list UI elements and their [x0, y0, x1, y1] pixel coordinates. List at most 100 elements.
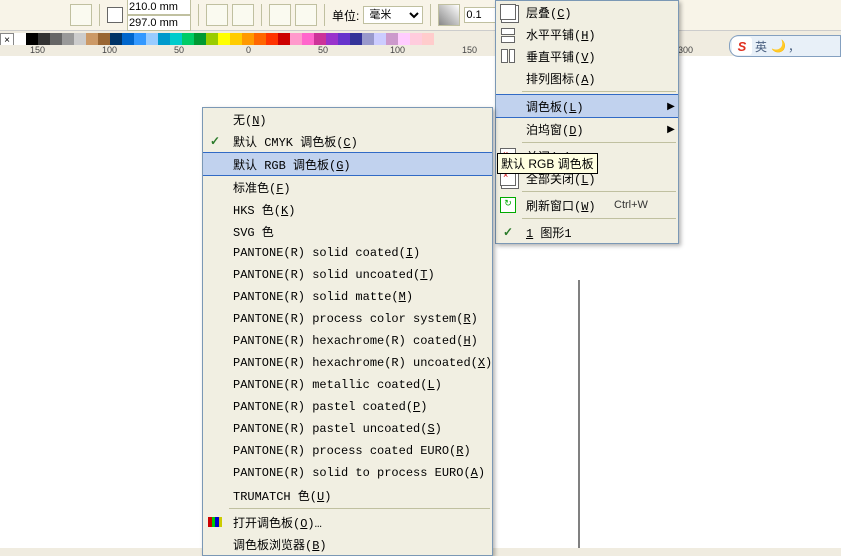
- color-swatch[interactable]: [254, 33, 266, 45]
- menu-item-label: PANTONE(R) process coated EURO(R): [227, 444, 492, 458]
- color-swatch[interactable]: [206, 33, 218, 45]
- color-swatch[interactable]: [146, 33, 158, 45]
- menu-item-label: SVG 色: [227, 223, 492, 240]
- menu-item-label: 默认 CMYK 调色板(C): [227, 133, 492, 150]
- page-facing-icon[interactable]: [295, 4, 317, 26]
- color-swatch[interactable]: [74, 33, 86, 45]
- menu-item[interactable]: 泊坞窗(D)▶: [496, 118, 678, 140]
- color-swatch[interactable]: [86, 33, 98, 45]
- color-swatch[interactable]: [26, 33, 38, 45]
- nudge-icon[interactable]: [438, 4, 460, 26]
- menu-item[interactable]: PANTONE(R) solid coated(I): [203, 242, 492, 264]
- tooltip: 默认 RGB 调色板: [497, 153, 598, 174]
- menu-item[interactable]: PANTONE(R) hexachrome(R) uncoated(X): [203, 352, 492, 374]
- menu-item[interactable]: ✓1 图形1: [496, 221, 678, 243]
- menu-item[interactable]: ↻刷新窗口(W)Ctrl+W: [496, 194, 678, 216]
- unit-label: 单位:: [332, 7, 359, 24]
- unit-select[interactable]: 毫米: [363, 6, 423, 24]
- color-swatch[interactable]: [350, 33, 362, 45]
- menu-item[interactable]: 水平平铺(H): [496, 23, 678, 45]
- color-swatch[interactable]: [158, 33, 170, 45]
- menu-item-label: PANTONE(R) process color system(R): [227, 312, 492, 326]
- menu-item[interactable]: PANTONE(R) process color system(R): [203, 308, 492, 330]
- nudge-input[interactable]: [464, 7, 496, 23]
- color-swatch[interactable]: [266, 33, 278, 45]
- menu-item[interactable]: PANTONE(R) process coated EURO(R): [203, 440, 492, 462]
- menu-item[interactable]: PANTONE(R) metallic coated(L): [203, 374, 492, 396]
- separator: [430, 4, 431, 26]
- menu-item[interactable]: PANTONE(R) solid uncoated(T): [203, 264, 492, 286]
- color-swatch[interactable]: [326, 33, 338, 45]
- menu-item[interactable]: 默认 RGB 调色板(G): [203, 152, 492, 176]
- color-swatch[interactable]: [110, 33, 122, 45]
- color-swatch[interactable]: [242, 33, 254, 45]
- color-swatch[interactable]: [122, 33, 134, 45]
- menu-item[interactable]: ✓默认 CMYK 调色板(C): [203, 130, 492, 152]
- color-swatch[interactable]: [398, 33, 410, 45]
- color-swatch[interactable]: [62, 33, 74, 45]
- menu-item[interactable]: 调色板浏览器(B): [203, 533, 492, 555]
- width-input[interactable]: [127, 0, 191, 15]
- menu-item[interactable]: 标准色(F): [203, 176, 492, 198]
- color-swatch[interactable]: [14, 33, 26, 45]
- color-swatch[interactable]: [278, 33, 290, 45]
- menu-item[interactable]: SVG 色: [203, 220, 492, 242]
- menu-item-label: 水平平铺(H): [520, 26, 614, 43]
- color-swatch[interactable]: [194, 33, 206, 45]
- scrollbar-vertical[interactable]: [578, 280, 580, 548]
- color-palette[interactable]: ×: [0, 33, 841, 45]
- color-swatch[interactable]: [302, 33, 314, 45]
- menu-gutter: [203, 418, 227, 440]
- menu-item[interactable]: 垂直平铺(V): [496, 45, 678, 67]
- ruler-tick: 150: [462, 45, 477, 55]
- tool-rect-icon[interactable]: [70, 4, 92, 26]
- menu-item[interactable]: PANTONE(R) solid to process EURO(A): [203, 462, 492, 484]
- color-swatch[interactable]: [98, 33, 110, 45]
- color-swatch[interactable]: [422, 33, 434, 45]
- menu-item[interactable]: HKS 色(K): [203, 198, 492, 220]
- menu-item[interactable]: 层叠(C): [496, 1, 678, 23]
- menu-item[interactable]: 打开调色板(O)…: [203, 511, 492, 533]
- menu-item-label: 打开调色板(O)…: [227, 514, 492, 531]
- color-swatch[interactable]: [38, 33, 50, 45]
- menu-item[interactable]: 无(N): [203, 108, 492, 130]
- menu-gutter: [203, 153, 227, 175]
- menu-item[interactable]: PANTONE(R) pastel uncoated(S): [203, 418, 492, 440]
- color-swatch[interactable]: [170, 33, 182, 45]
- separator: [99, 4, 100, 26]
- color-swatch[interactable]: [290, 33, 302, 45]
- menu-item[interactable]: PANTONE(R) solid matte(M): [203, 286, 492, 308]
- color-swatch[interactable]: [386, 33, 398, 45]
- ruler-tick: 50: [318, 45, 328, 55]
- color-swatch[interactable]: [218, 33, 230, 45]
- menu-item-label: 泊坞窗(D): [520, 121, 614, 138]
- color-swatch[interactable]: [374, 33, 386, 45]
- page-single-icon[interactable]: [269, 4, 291, 26]
- color-swatch[interactable]: [50, 33, 62, 45]
- menu-item-label: PANTONE(R) hexachrome(R) coated(H): [227, 334, 492, 348]
- color-swatch[interactable]: [410, 33, 422, 45]
- color-swatch[interactable]: [134, 33, 146, 45]
- menu-item[interactable]: TRUMATCH 色(U): [203, 484, 492, 506]
- separator: [261, 4, 262, 26]
- menu-shortcut: Ctrl+W: [614, 199, 664, 211]
- height-input[interactable]: [127, 15, 191, 31]
- color-swatch[interactable]: [314, 33, 326, 45]
- color-swatch[interactable]: [362, 33, 374, 45]
- menu-item[interactable]: PANTONE(R) hexachrome(R) coated(H): [203, 330, 492, 352]
- tile-h-icon: [496, 23, 520, 45]
- color-swatch[interactable]: [230, 33, 242, 45]
- menu-item-label: 调色板浏览器(B): [227, 536, 492, 553]
- menu-item-label: PANTONE(R) solid to process EURO(A): [227, 466, 492, 480]
- orient-landscape-icon[interactable]: [232, 4, 254, 26]
- menu-item[interactable]: 调色板(L)▶: [496, 94, 678, 118]
- menu-gutter: [496, 67, 520, 89]
- menu-item[interactable]: 排列图标(A): [496, 67, 678, 89]
- ime-toolbar[interactable]: S 英 🌙 ，: [729, 35, 841, 57]
- color-swatch[interactable]: [182, 33, 194, 45]
- menu-item[interactable]: PANTONE(R) pastel coated(P): [203, 396, 492, 418]
- menu-gutter: [203, 533, 227, 555]
- menu-item-label: 层叠(C): [520, 4, 614, 21]
- color-swatch[interactable]: [338, 33, 350, 45]
- orient-portrait-icon[interactable]: [206, 4, 228, 26]
